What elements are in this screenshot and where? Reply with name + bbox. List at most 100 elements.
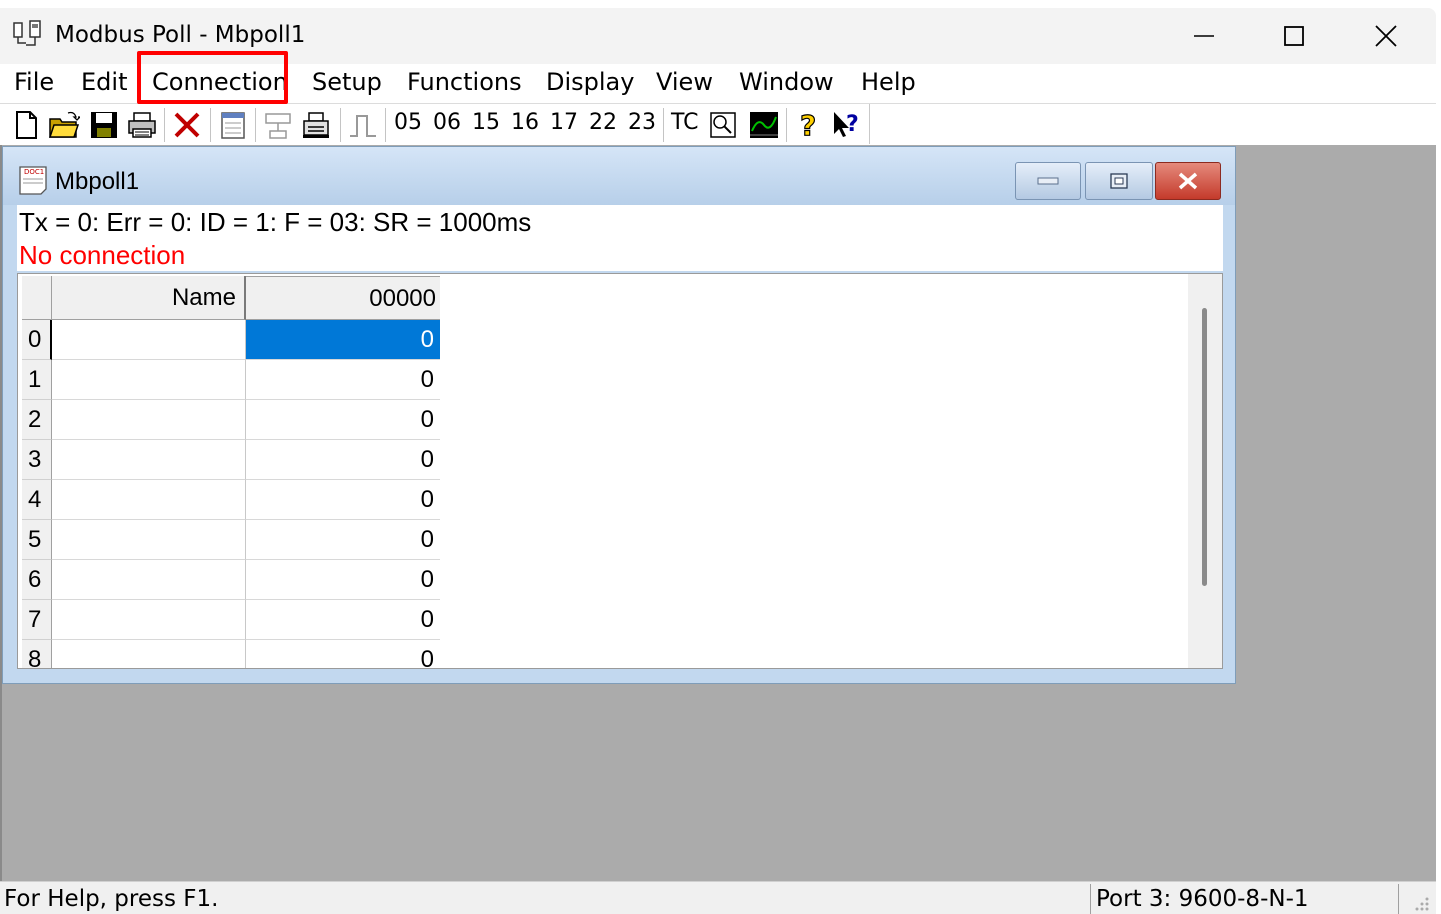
value-cell[interactable]: 0 [246,520,440,560]
toolbar: 05 06 15 16 17 22 23 TC ? ? [0,104,1436,145]
row-index[interactable]: 8 [22,640,52,668]
name-cell[interactable] [52,560,246,600]
name-cell[interactable] [52,640,246,668]
menu-help[interactable]: Help [861,68,916,96]
open-folder-icon[interactable] [48,109,80,141]
child-restore-button[interactable] [1085,162,1153,200]
name-cell[interactable] [52,480,246,520]
function-15-button[interactable]: 15 [472,110,500,135]
menu-window[interactable]: Window [739,68,834,96]
menu-functions[interactable]: Functions [407,68,522,96]
minimize-icon [1194,35,1214,37]
name-cell[interactable] [52,600,246,640]
modbus-app-icon [13,20,41,46]
name-cell[interactable] [52,360,246,400]
connection-status-text: No connection [19,240,186,270]
table-row[interactable]: 2 0 [22,400,440,440]
table-row[interactable]: 8 0 [22,640,440,668]
register-grid: Name 00000 0 0 1 0 2 0 3 0 4 0 5 0 6 0 7… [17,273,1223,669]
value-cell[interactable]: 0 [246,400,440,440]
row-index[interactable]: 1 [22,360,52,400]
row-index[interactable]: 5 [22,520,52,560]
row-index[interactable]: 7 [22,600,52,640]
help-icon[interactable]: ? [793,109,825,141]
toolbar-separator [340,108,341,142]
traffic-monitor-icon[interactable] [707,109,739,141]
name-cell[interactable] [52,520,246,560]
name-cell[interactable] [52,320,246,360]
resize-grip-icon[interactable] [1410,892,1430,912]
row-index[interactable]: 3 [22,440,52,480]
status-divider [1398,884,1399,914]
table-row[interactable]: 4 0 [22,480,440,520]
chart-icon[interactable] [748,109,780,141]
value-cell[interactable]: 0 [246,360,440,400]
child-minimize-button[interactable] [1015,162,1081,200]
table-row[interactable]: 0 0 [22,320,440,360]
scrollbar-thumb[interactable] [1202,308,1207,586]
table-row[interactable]: 1 0 [22,360,440,400]
new-document-icon[interactable] [10,109,42,141]
poll-status-line: Tx = 0: Err = 0: ID = 1: F = 03: SR = 10… [19,207,532,237]
context-help-icon[interactable]: ? [831,109,863,141]
pulse-icon[interactable] [347,109,379,141]
svg-text:?: ? [800,109,816,141]
row-index[interactable]: 0 [22,320,52,360]
function-05-button[interactable]: 05 [394,110,422,135]
port-info-text: Port 3: 9600-8-N-1 [1096,886,1309,912]
menu-display[interactable]: Display [546,68,634,96]
title-bar[interactable]: Modbus Poll - Mbpoll1 [0,8,1436,64]
menu-edit[interactable]: Edit [81,68,127,96]
row-index[interactable]: 2 [22,400,52,440]
window-title: Modbus Poll - Mbpoll1 [55,22,306,48]
column-header-address[interactable]: 00000 [246,276,440,320]
child-close-button[interactable] [1155,162,1221,200]
menu-view[interactable]: View [656,68,713,96]
name-cell[interactable] [52,440,246,480]
menu-connection[interactable]: Connection [152,68,288,96]
restore-icon [1110,173,1128,189]
row-index[interactable]: 4 [22,480,52,520]
name-cell[interactable] [52,400,246,440]
table-row[interactable]: 6 0 [22,560,440,600]
function-17-button[interactable]: 17 [550,110,578,135]
function-22-button[interactable]: 22 [589,110,617,135]
value-cell[interactable]: 0 [246,440,440,480]
grid-corner-cell[interactable] [22,276,52,320]
value-cell[interactable]: 0 [246,640,440,668]
document-icon: DOC1 [19,166,47,195]
maximize-button[interactable] [1248,8,1340,64]
close-icon [1375,25,1397,47]
table-row[interactable]: 3 0 [22,440,440,480]
function-06-button[interactable]: 06 [433,110,461,135]
minimize-button[interactable] [1158,8,1250,64]
table-row[interactable]: 5 0 [22,520,440,560]
toolbar-separator [255,108,256,142]
value-cell-selected[interactable]: 0 [246,320,440,360]
menu-file[interactable]: File [14,68,54,96]
test-center-button[interactable]: TC [671,110,699,135]
mbpoll1-window[interactable]: DOC1 Mbpoll1 Tx = 0: Err = 0: ID = 1: F … [2,146,1236,684]
function-16-button[interactable]: 16 [511,110,539,135]
menu-setup[interactable]: Setup [312,68,382,96]
value-cell[interactable]: 0 [246,600,440,640]
vertical-scrollbar[interactable] [1188,274,1222,668]
disconnect-icon[interactable] [171,109,203,141]
read-write-definition-icon[interactable] [217,109,249,141]
toolbar-separator [663,108,664,142]
menu-bar: File Edit Connection Setup Functions Dis… [0,64,1436,104]
row-index[interactable]: 6 [22,560,52,600]
connect-icon[interactable] [262,109,294,141]
save-icon[interactable] [88,109,120,141]
mbpoll1-title-bar[interactable]: DOC1 Mbpoll1 [3,147,1235,205]
function-23-button[interactable]: 23 [628,110,656,135]
close-button[interactable] [1340,8,1432,64]
column-header-name[interactable]: Name [52,276,246,320]
help-hint-text: For Help, press F1. [4,886,219,912]
value-cell[interactable]: 0 [246,560,440,600]
close-icon [1178,172,1198,190]
table-row[interactable]: 7 0 [22,600,440,640]
value-cell[interactable]: 0 [246,480,440,520]
print-icon[interactable] [126,109,158,141]
print-preview-icon[interactable] [300,109,332,141]
